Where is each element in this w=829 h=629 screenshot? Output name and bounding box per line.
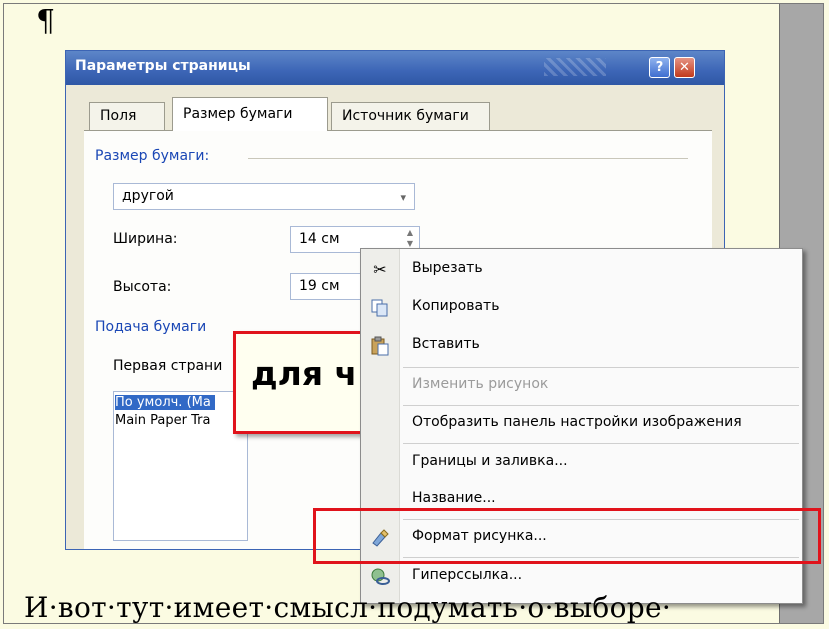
first-page-label: Первая страни: [113, 358, 223, 374]
section-divider: [248, 158, 688, 159]
paste-icon: [369, 335, 391, 357]
menu-item-label: Гиперссылка...: [412, 567, 523, 583]
menu-item-label: Изменить рисунок: [412, 376, 549, 392]
menu-item-copy[interactable]: Копировать: [361, 290, 802, 326]
height-value: 19 см: [299, 278, 340, 294]
paper-size-section-label: Размер бумаги:: [95, 148, 210, 164]
document-page: ¶ Параметры страницы ? ✕ Поля Размер бум…: [0, 0, 829, 629]
dialog-titlebar[interactable]: Параметры страницы ? ✕: [66, 51, 724, 85]
first-page-tray-list[interactable]: По умолч. (Ма Main Paper Tra: [113, 391, 248, 541]
menu-item-borders-shading[interactable]: Границы и заливка...: [361, 445, 802, 481]
chevron-down-icon[interactable]: ▾: [400, 185, 406, 210]
menu-item-cut[interactable]: ✂ Вырезать: [361, 252, 802, 288]
menu-item-hyperlink[interactable]: Гиперссылка...: [361, 559, 802, 595]
paper-size-value: другой: [122, 188, 174, 204]
callout-text: для ч: [251, 354, 358, 393]
paper-source-section-label: Подача бумаги: [95, 319, 207, 335]
menu-item-show-picture-toolbar[interactable]: Отобразить панель настройки изображения: [361, 406, 802, 442]
dialog-title: Параметры страницы: [75, 58, 251, 74]
list-item[interactable]: По умолч. (Ма: [115, 395, 215, 410]
format-picture-highlight-box: [313, 508, 821, 564]
width-label: Ширина:: [113, 231, 178, 247]
close-button[interactable]: ✕: [674, 57, 695, 78]
list-item[interactable]: Main Paper Tra: [115, 413, 210, 428]
document-body-text: И·вот·тут·имеет·смысл·подумать·о·выборе·: [24, 591, 672, 624]
menu-item-change-picture[interactable]: Изменить рисунок: [361, 368, 802, 404]
hyperlink-icon: [369, 566, 391, 588]
pilcrow-mark: ¶: [36, 4, 56, 39]
titlebar-decoration: [544, 58, 606, 76]
menu-item-label: Название...: [412, 490, 496, 506]
scissors-icon: ✂: [373, 260, 387, 279]
menu-item-label: Отобразить панель настройки изображения: [412, 414, 742, 430]
menu-item-label: Вырезать: [412, 260, 483, 276]
tab-paper-source[interactable]: Источник бумаги: [331, 102, 490, 130]
spin-arrows-icon[interactable]: ▲ ▼: [404, 227, 416, 249]
paper-size-combo[interactable]: другой ▾: [113, 183, 415, 210]
menu-item-label: Копировать: [412, 298, 500, 314]
menu-separator: [403, 443, 799, 444]
help-button[interactable]: ?: [649, 57, 670, 78]
tab-margins[interactable]: Поля: [89, 102, 165, 130]
menu-item-label: Вставить: [412, 336, 480, 352]
copy-icon: [369, 297, 391, 319]
menu-item-paste[interactable]: Вставить: [361, 328, 802, 364]
menu-item-label: Границы и заливка...: [412, 453, 568, 469]
width-value: 14 см: [299, 231, 340, 247]
height-label: Высота:: [113, 279, 172, 295]
tab-paper-size[interactable]: Размер бумаги: [172, 97, 328, 131]
